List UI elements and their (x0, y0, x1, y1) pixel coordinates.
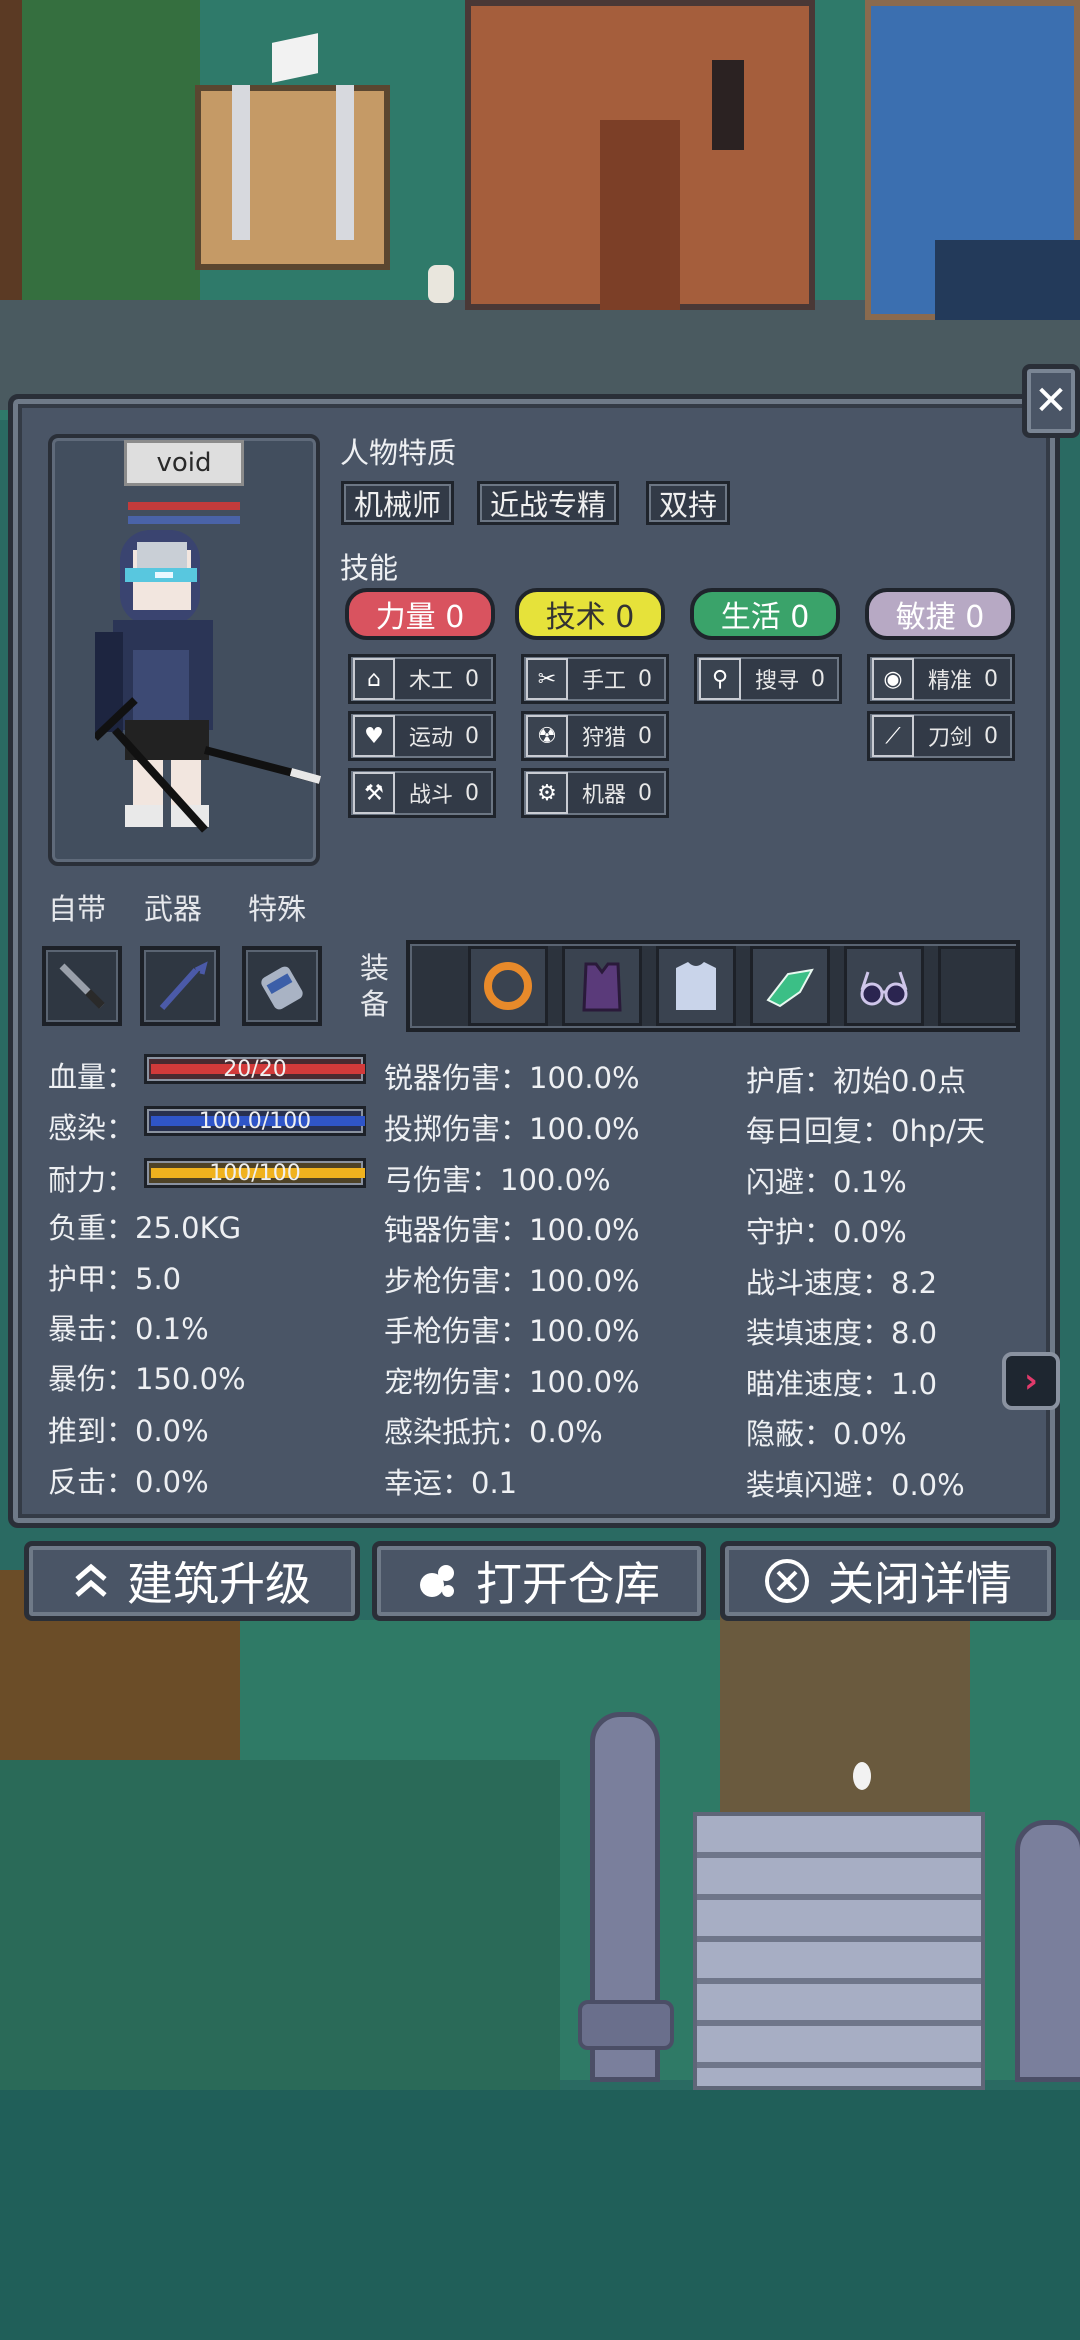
trait-tag[interactable]: 近战专精 (477, 481, 620, 525)
stone-pillar (1015, 1820, 1080, 2082)
stat-shield: 护盾：初始0.0点 (746, 1064, 967, 1098)
crowbar-icon (159, 961, 208, 1011)
stat-rifle-damage: 步枪伤害：100.0% (384, 1264, 640, 1298)
stat-throw-damage: 投掷伤害：100.0% (384, 1112, 640, 1146)
skill-category-technique[interactable]: 技术 0 (515, 588, 665, 640)
gear-label: 装备 (360, 951, 390, 1021)
stat-weight: 负重：25.0KG (48, 1211, 242, 1245)
stat-stealth: 隐蔽：0.0% (746, 1417, 907, 1451)
building-upgrade-button[interactable]: 建筑升级 (24, 1541, 360, 1621)
skill-hunting[interactable]: ☢ 狩猎 0 (521, 711, 669, 761)
innate-label: 自带 (48, 892, 107, 926)
gear-icon: ⚙ (526, 772, 568, 814)
stat-crit-damage: 暴伤：150.0% (48, 1362, 246, 1396)
stat-guard: 守护：0.0% (746, 1215, 907, 1249)
stat-pet-damage: 宠物伤害：100.0% (384, 1365, 640, 1399)
weapon-label: 武器 (144, 892, 203, 926)
eye-icon: ◉ (872, 658, 914, 700)
armor-vest-icon (582, 962, 622, 1012)
radiation-icon: ☢ (526, 715, 568, 757)
gear-slot-gloves[interactable] (750, 946, 830, 1026)
hp-label: 血量： (48, 1060, 136, 1094)
innate-slot[interactable] (42, 946, 122, 1026)
skill-searching[interactable]: ⚲ 搜寻 0 (694, 654, 842, 704)
close-circle-icon (764, 1558, 810, 1604)
gear-slot-body-armor[interactable] (562, 946, 642, 1026)
trait-tag[interactable]: 机械师 (341, 481, 455, 525)
stat-dodge: 闪避：0.1% (746, 1165, 907, 1199)
chevron-up-icon (73, 1561, 109, 1601)
infection-bar: 100.0/100 (144, 1106, 366, 1136)
knife-icon (59, 963, 105, 1009)
stat-counter: 反击：0.0% (48, 1465, 209, 1499)
glasses-icon (860, 971, 908, 1006)
stat-reload-dodge: 装填闪避：0.0% (746, 1468, 965, 1502)
stat-crit: 暴击：0.1% (48, 1312, 209, 1346)
hp-bar: 20/20 (144, 1054, 366, 1084)
weapon-slot[interactable] (140, 946, 220, 1026)
skill-crafting[interactable]: ✂ 手工 0 (521, 654, 669, 704)
stat-bow-damage: 弓伤害：100.0% (384, 1163, 611, 1197)
house-icon: ⌂ (353, 658, 395, 700)
gloves-icon (766, 968, 814, 1008)
gear-slot-empty[interactable] (938, 946, 1018, 1026)
skills-title: 技能 (340, 551, 399, 585)
stat-daily-recovery: 每日回复：0hp/天 (746, 1114, 986, 1148)
skill-category-life[interactable]: 生活 0 (690, 588, 840, 640)
stat-reload-speed: 装填速度：8.0 (746, 1316, 938, 1350)
people-icon (428, 265, 454, 303)
mini-health-bar (128, 502, 240, 510)
traits-title: 人物特质 (340, 436, 457, 470)
stamina-bar: 100/100 (144, 1158, 366, 1188)
skill-carpentry[interactable]: ⌂ 木工 0 (348, 654, 496, 704)
skill-combat[interactable]: ⚒ 战斗 0 (348, 768, 496, 818)
special-label: 特殊 (248, 892, 307, 926)
gear-slot-accessory[interactable] (468, 946, 548, 1026)
skill-exercise[interactable]: ♥ 运动 0 (348, 711, 496, 761)
hammer-icon: ⚒ (353, 772, 395, 814)
skill-precision[interactable]: ◉ 精准 0 (867, 654, 1015, 704)
skill-blades[interactable]: ⟋ 刀剑 0 (867, 711, 1015, 761)
close-details-button[interactable]: 关闭详情 (720, 1541, 1056, 1621)
scissors-icon: ✂ (526, 658, 568, 700)
tshirt-icon (676, 962, 716, 1010)
stamina-label: 耐力： (48, 1163, 136, 1197)
ring-icon (484, 962, 532, 1010)
skill-category-strength[interactable]: 力量 0 (345, 588, 495, 640)
map-pin-icon (853, 1762, 871, 1790)
stat-attack-speed: 战斗速度：8.2 (746, 1266, 938, 1300)
gear-slot-eyewear[interactable] (844, 946, 924, 1026)
stat-aim-speed: 瞄准速度：1.0 (746, 1367, 938, 1401)
character-sprite (95, 530, 322, 833)
storage-crate (195, 85, 390, 270)
special-slot[interactable] (242, 946, 322, 1026)
skill-category-agility[interactable]: 敏捷 0 (865, 588, 1015, 640)
stone-stairs (693, 1812, 985, 2090)
stat-blunt-damage: 钝器伤害：100.0% (384, 1213, 640, 1247)
infection-label: 感染： (48, 1111, 136, 1145)
character-name: void (124, 440, 244, 486)
gear-slot-shirt[interactable] (656, 946, 736, 1026)
stat-luck: 幸运：0.1 (384, 1466, 518, 1500)
stat-sharp-damage: 锐器伤害：100.0% (384, 1061, 640, 1095)
stat-armor: 护甲：5.0 (48, 1262, 182, 1296)
stat-infection-resist: 感染抵抗：0.0% (384, 1415, 603, 1449)
open-warehouse-button[interactable]: 打开仓库 (372, 1541, 706, 1621)
sword-icon: ⟋ (872, 715, 914, 757)
warehouse-icon (418, 1561, 458, 1601)
canister-icon (261, 966, 303, 1010)
skill-machinery[interactable]: ⚙ 机器 0 (521, 768, 669, 818)
magnifier-icon: ⚲ (699, 658, 741, 700)
next-page-arrow-icon[interactable]: › (1002, 1352, 1060, 1410)
trait-tag[interactable]: 双持 (646, 481, 731, 525)
stat-pistol-damage: 手枪伤害：100.0% (384, 1314, 640, 1348)
stat-knockdown: 推到：0.0% (48, 1414, 209, 1448)
close-icon[interactable]: ✕ (1022, 364, 1080, 438)
heart-icon: ♥ (353, 715, 395, 757)
